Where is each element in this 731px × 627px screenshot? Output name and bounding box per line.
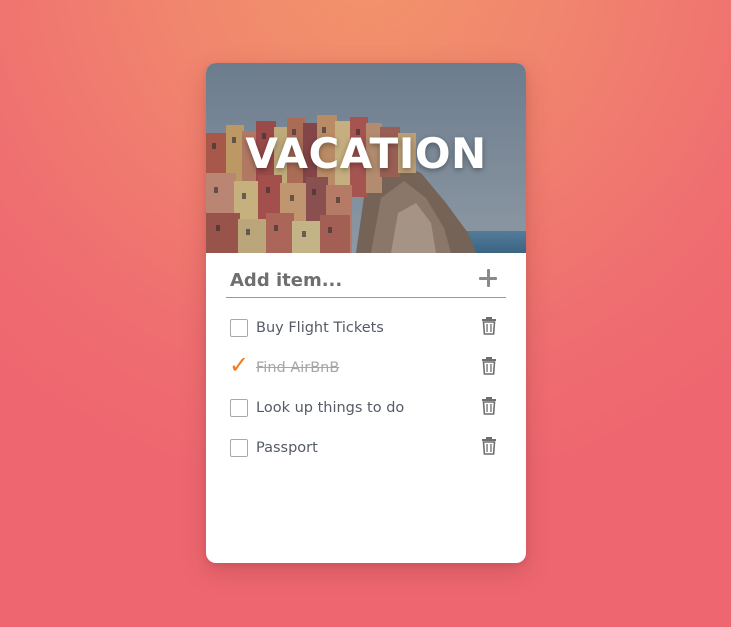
list-title: VACATION [245,129,487,178]
list-item: Passport [206,428,526,468]
trash-icon[interactable] [482,397,496,415]
list-item: Buy Flight Tickets [206,308,526,348]
item-label: Look up things to do [256,400,405,416]
todo-card: VACATION Buy Flight Tickets [206,63,526,563]
trash-icon[interactable] [482,357,496,375]
list-item: Look up things to do [206,388,526,428]
trash-icon[interactable] [482,317,496,335]
add-item-row [226,264,506,298]
todo-list: Buy Flight Tickets ✓ Find AirBnB Look up… [206,308,526,468]
item-label: Buy Flight Tickets [256,320,384,336]
add-item-input[interactable] [230,266,460,294]
list-item: ✓ Find AirBnB [206,348,526,388]
item-label: Find AirBnB [256,360,340,376]
item-label: Passport [256,440,318,456]
checkmark-icon[interactable]: ✓ [229,351,249,379]
item-checkbox[interactable] [230,319,248,337]
item-checkbox[interactable] [230,439,248,457]
trash-icon[interactable] [482,437,496,455]
add-item-button[interactable] [478,266,498,290]
item-checkbox[interactable] [230,399,248,417]
hero-image: VACATION [206,63,526,253]
